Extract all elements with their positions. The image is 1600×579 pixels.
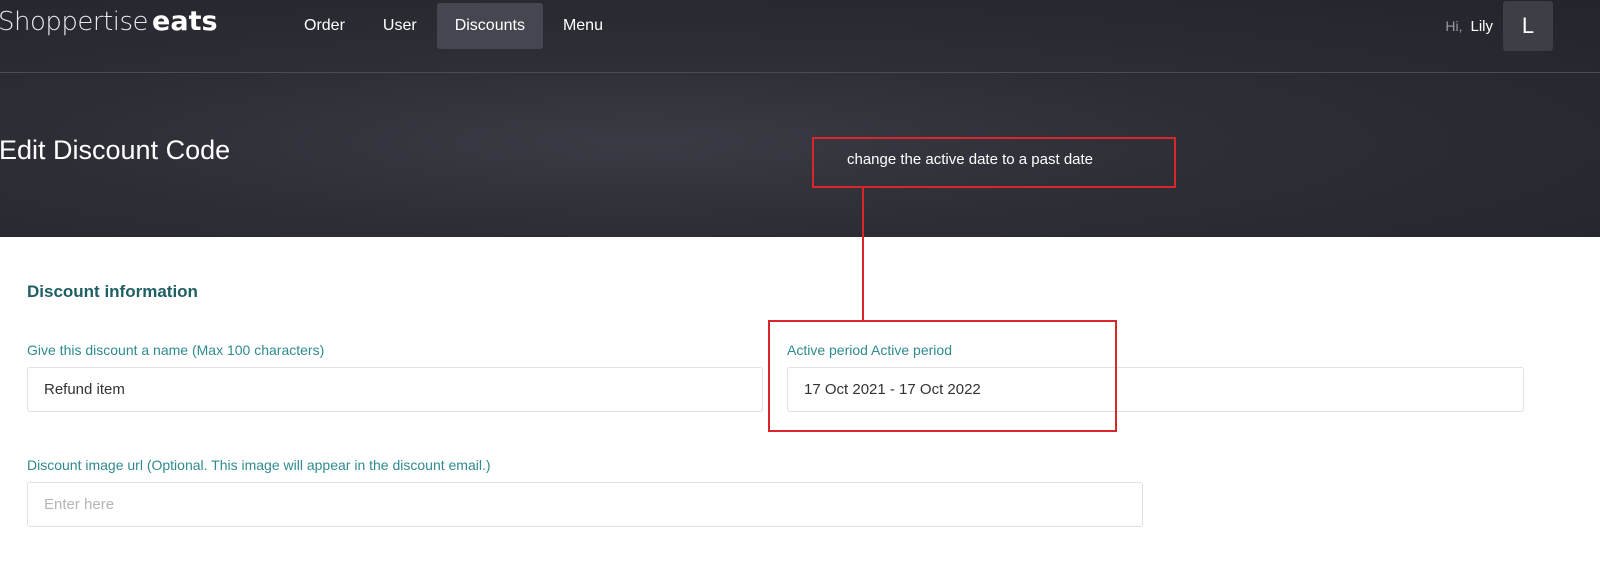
page-title: Edit Discount Code	[0, 135, 231, 165]
user-name: Lily	[1470, 17, 1493, 35]
brand-logo[interactable]: Shoppertise eats	[0, 6, 218, 46]
annotation-highlight-box	[768, 320, 1117, 432]
main-nav: Order User Discounts Menu	[286, 3, 623, 49]
section-title: Discount information	[27, 282, 198, 301]
top-navbar: Shoppertise eats Order User Discounts Men…	[0, 0, 1600, 73]
discount-image-input[interactable]	[27, 482, 1143, 527]
annotation-note-text: change the active date to a past date	[847, 151, 1094, 168]
avatar[interactable]: L	[1503, 1, 1553, 51]
brand-suffix: eats	[152, 6, 218, 37]
annotation-connector	[862, 187, 864, 321]
header-hero: Shoppertise eats Order User Discounts Men…	[0, 0, 1600, 237]
greeting-text: Hi,	[1445, 18, 1463, 34]
brand-name: Shoppertise	[0, 7, 149, 37]
discount-name-label: Give this discount a name (Max 100 chara…	[27, 342, 325, 358]
nav-item-discounts[interactable]: Discounts	[436, 3, 543, 49]
discount-image-label: Discount image url (Optional. This image…	[27, 457, 491, 473]
discount-name-input[interactable]	[27, 367, 763, 412]
nav-item-order[interactable]: Order	[286, 3, 363, 49]
user-menu[interactable]: Hi, Lily L	[1445, 0, 1553, 52]
nav-item-menu[interactable]: Menu	[545, 3, 621, 49]
nav-item-user[interactable]: User	[365, 3, 435, 49]
page-root: Shoppertise eats Order User Discounts Men…	[0, 0, 1600, 579]
